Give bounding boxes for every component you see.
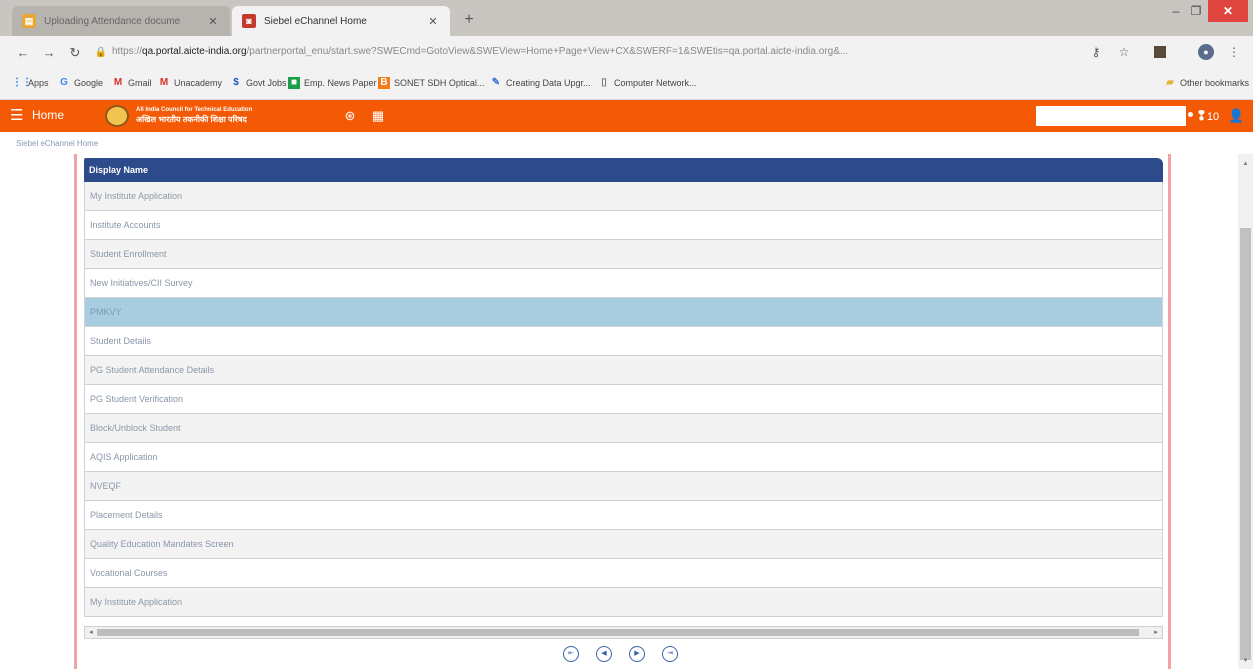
next-page-icon[interactable]: ▶ [629,646,645,662]
column-header-display-name[interactable]: Display Name [84,158,1163,182]
header-search-input[interactable] [1036,106,1186,126]
display-name-list: Display Name My Institute Application In… [84,158,1163,617]
notifications[interactable]: ❢10 [1196,108,1219,124]
tab-title: Uploading Attendance docume [44,15,181,27]
list-item[interactable]: Student Details [84,327,1163,356]
scroll-right-icon[interactable]: ▸ [1151,627,1161,638]
bookmarks-bar: ⋮⋮ Apps G Google M Gmail M Unacademy $ Govt J… [0,68,1253,100]
first-page-icon[interactable]: ⇤ [563,646,579,662]
star-icon[interactable]: ☆ [1116,44,1132,60]
horizontal-scrollbar[interactable]: ◂ ▸ [84,626,1163,639]
list-item[interactable]: My Institute Application [84,182,1163,211]
org-name: All India Council for Technical Educatio… [136,107,253,124]
bookmark-gmail[interactable]: M Gmail [112,77,152,89]
breadcrumb[interactable]: Siebel eChannel Home [16,139,98,148]
list-item[interactable]: AQIS Application [84,443,1163,472]
search-dot-icon [1188,112,1193,117]
previous-page-icon[interactable]: ◀ [596,646,612,662]
grid-menu-icon[interactable]: ▦ [370,108,386,124]
bookmark-apps[interactable]: ⋮⋮ Apps [12,77,49,89]
page-vertical-scrollbar[interactable]: ▲ ▼ [1238,154,1253,669]
scroll-down-icon[interactable]: ▼ [1238,655,1253,667]
url-path: /partnerportal_enu/start.swe?SWECmd=Goto… [246,46,849,57]
notification-count: 10 [1206,111,1220,123]
scroll-up-icon[interactable]: ▲ [1238,158,1253,170]
bookmark-creating-data[interactable]: ✎ Creating Data Upgr... [490,77,591,89]
lock-icon[interactable]: 🔒 [92,44,110,62]
list-item[interactable]: PG Student Attendance Details [84,356,1163,385]
apps-icon: ⋮⋮ [12,77,32,88]
aicte-logo [105,105,129,127]
home-link[interactable]: Home [32,108,64,122]
scroll-left-icon[interactable]: ◂ [86,627,96,638]
window-close-button[interactable]: ✕ [1208,0,1248,22]
url-host: qa.portal.aicte-india.org [142,46,247,57]
last-page-icon[interactable]: ⇥ [662,646,678,662]
list-item[interactable]: Student Enrollment [84,240,1163,269]
orange-square-icon: B [378,77,390,89]
bookmark-govt-jobs[interactable]: $ Govt Jobs [230,77,286,89]
hamburger-menu-icon[interactable]: ☰ [10,108,26,124]
url-scheme: https:// [112,46,143,57]
menu-kebab-icon[interactable]: ⋮ [1226,44,1242,60]
list-item[interactable]: Institute Accounts [84,211,1163,240]
extension-icon[interactable] [1154,46,1166,58]
tab-siebel-echannel-home[interactable]: ◙ Siebel eChannel Home ✕ [232,6,450,36]
scrollbar-thumb[interactable] [97,629,1139,636]
page-icon: ▯ [601,77,607,88]
user-icon[interactable]: 👤 [1228,108,1244,124]
siebel-icon: ◙ [242,14,256,28]
history-icon[interactable]: ⊛ [342,108,358,124]
list-item-selected[interactable]: PMKVY [84,298,1163,327]
list-item[interactable]: Block/Unblock Student [84,414,1163,443]
key-icon[interactable]: ⚷ [1088,44,1104,60]
bookmark-emp-news[interactable]: ■ Emp. News Paper [288,77,377,89]
gmail-icon: M [113,77,123,88]
browser-titlebar: ▤ Uploading Attendance docume ✕ ◙ Siebel… [0,0,1253,36]
data-icon: ✎ [491,77,501,88]
forward-icon[interactable]: → [40,44,58,62]
gmail-icon: M [159,77,169,88]
bookmark-computer-network[interactable]: ▯ Computer Network... [598,77,696,89]
tab-uploading-attendance[interactable]: ▤ Uploading Attendance docume ✕ [12,6,230,36]
bookmark-sonet[interactable]: B SONET SDH Optical... [378,77,484,89]
tab-title: Siebel eChannel Home [264,15,367,27]
reload-icon[interactable]: ↻ [66,44,84,62]
minimize-button[interactable]: – [1166,0,1186,22]
app-header: ☰ Home All India Council for Technical E… [0,100,1253,132]
back-icon[interactable]: ← [14,44,32,62]
new-tab-button[interactable]: + [458,10,480,30]
dollar-icon: $ [233,77,239,88]
list-item[interactable]: New Initiatives/CII Survey [84,269,1163,298]
address-bar[interactable]: https://qa.portal.aicte-india.org/partne… [112,42,1112,62]
folder-icon: ▰ [1166,77,1174,88]
list-item[interactable]: Vocational Courses [84,559,1163,588]
list-item[interactable]: Quality Education Mandates Screen [84,530,1163,559]
notification-icon: ❢ [1196,108,1207,123]
list-item[interactable]: My Institute Application [84,588,1163,617]
browser-toolbar: ← → ↻ 🔒 https://qa.portal.aicte-india.or… [0,36,1253,68]
profile-icon[interactable]: ● [1198,44,1214,60]
bookmark-google[interactable]: G Google [58,77,103,89]
list-item[interactable]: NVEQF [84,472,1163,501]
restore-button[interactable]: ❐ [1186,0,1206,22]
google-icon: G [60,77,68,88]
other-bookmarks[interactable]: ▰ Other bookmarks [1164,77,1249,89]
close-tab-icon[interactable]: ✕ [206,15,220,28]
list-item[interactable]: Placement Details [84,501,1163,530]
bookmark-unacademy[interactable]: M Unacademy [158,77,222,89]
document-icon: ▤ [22,14,36,28]
close-tab-icon[interactable]: ✕ [426,15,440,28]
green-square-icon: ■ [288,77,300,89]
list-item[interactable]: PG Student Verification [84,385,1163,414]
vertical-scrollbar-thumb[interactable] [1240,228,1251,660]
